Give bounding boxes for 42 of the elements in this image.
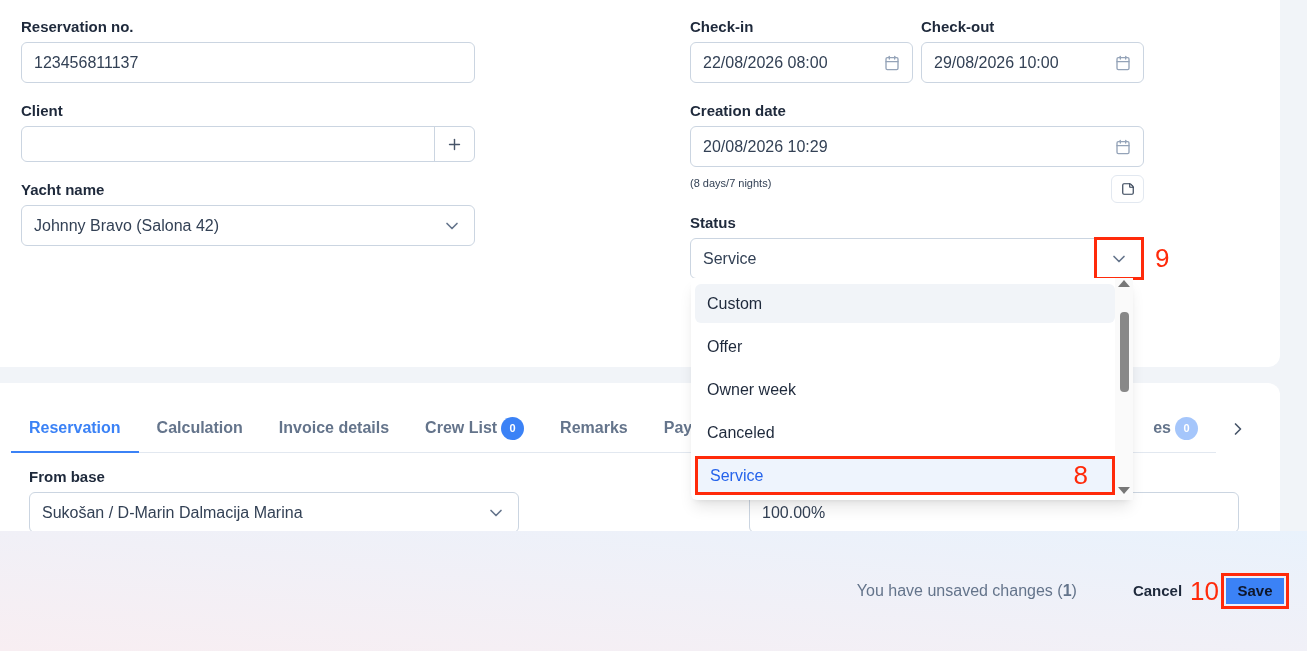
annotation-number: 9 — [1155, 242, 1170, 274]
dropdown-option[interactable]: Service 8 — [695, 456, 1115, 495]
note-icon — [1120, 182, 1135, 196]
tab[interactable]: es 0 — [1135, 405, 1216, 453]
save-button[interactable]: Save — [1226, 578, 1284, 604]
field-label: Check-out — [921, 17, 996, 37]
unsaved-message: You have unsaved changes (1) — [856, 581, 1077, 601]
annotation-number: 10 — [1190, 574, 1219, 608]
field-label: Reservation no. — [21, 17, 135, 37]
field-label: Creation date — [690, 101, 787, 121]
duration-note: (8 days/7 nights) — [690, 176, 772, 191]
tab[interactable]: Calculation — [138, 405, 261, 453]
date-field[interactable]: 22/08/2026 08:00 — [690, 42, 913, 83]
dropdown-option[interactable]: Offer — [695, 327, 1115, 366]
dropdown-option[interactable]: Canceled — [695, 413, 1115, 452]
reservation-field[interactable]: 123456811137 — [21, 42, 475, 83]
yacht-select[interactable]: Johnny Bravo (Salona 42) — [21, 205, 475, 246]
field-label: From base — [29, 467, 106, 487]
calendar-icon — [1115, 138, 1131, 155]
tab[interactable]: Invoice details — [260, 405, 408, 453]
count-badge: 0 — [1175, 416, 1198, 440]
tab[interactable]: Remarks — [542, 405, 646, 453]
dropdown-option[interactable]: Owner week — [695, 370, 1115, 409]
note-button[interactable] — [1111, 175, 1144, 203]
base-select[interactable]: Sukošan / D-Marin Dalmacija Marina — [29, 492, 519, 531]
cancel-button[interactable]: Cancel — [1130, 579, 1185, 603]
field-label: Client — [21, 101, 64, 121]
calendar-icon — [884, 54, 900, 71]
field-label: Yacht name — [21, 180, 106, 200]
date-field[interactable]: 20/08/2026 10:29 — [690, 126, 1144, 167]
status-select[interactable]: Service — [690, 238, 1144, 279]
calendar-icon — [1115, 54, 1131, 71]
scroll-down-icon — [1118, 487, 1130, 494]
tab[interactable]: Crew List 0 — [407, 405, 543, 453]
annotation-number: 8 — [1073, 459, 1088, 492]
dropdown-option[interactable]: Custom — [695, 284, 1115, 323]
field-label: Check-in — [690, 17, 755, 37]
field-label: Status — [690, 213, 737, 233]
tab[interactable]: Reservation — [11, 405, 139, 453]
date-field[interactable]: 29/08/2026 10:00 — [921, 42, 1144, 83]
scroll-up-icon — [1118, 280, 1130, 287]
count-badge: 0 — [501, 416, 525, 440]
